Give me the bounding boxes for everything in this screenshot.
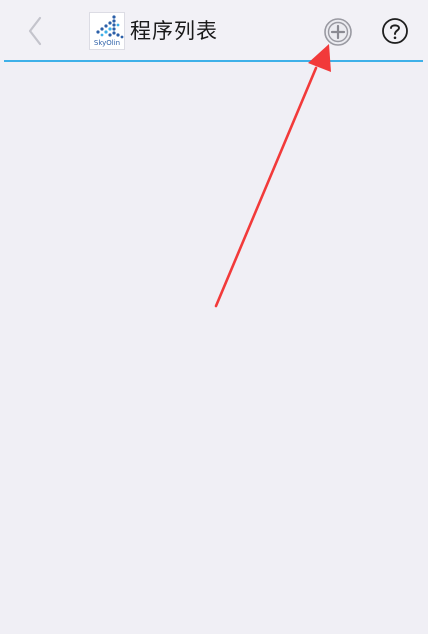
app-header: SkyOlin 程序列表 — [0, 0, 428, 60]
app-logo: SkyOlin — [89, 12, 125, 50]
logo-text: SkyOlin — [93, 39, 121, 47]
back-button[interactable] — [22, 14, 50, 48]
plus-circle-icon — [324, 18, 352, 46]
skyolin-logo-icon — [96, 15, 124, 39]
page-title: 程序列表 — [130, 19, 218, 43]
chevron-left-icon — [28, 16, 42, 46]
program-list — [0, 62, 428, 634]
help-button[interactable] — [381, 17, 409, 45]
question-circle-icon — [382, 18, 408, 44]
add-program-button[interactable] — [323, 17, 353, 47]
